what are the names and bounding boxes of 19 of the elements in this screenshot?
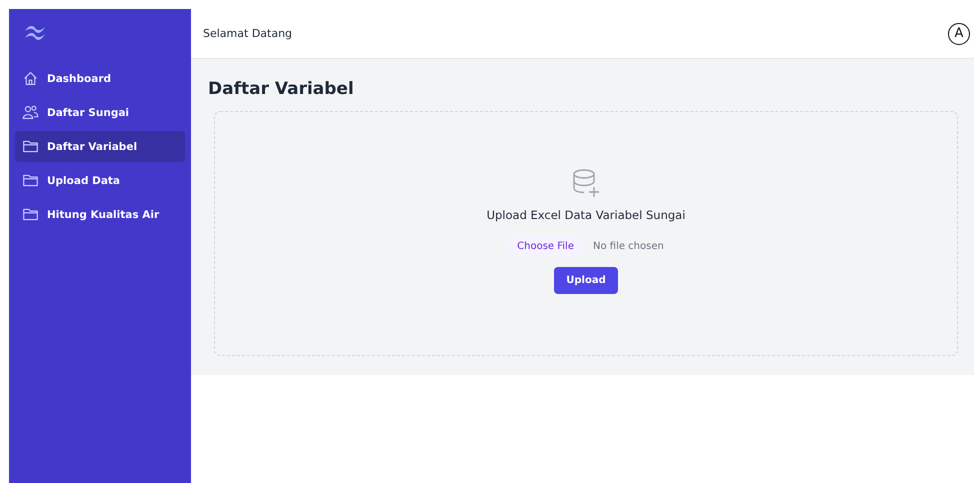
folder-icon — [22, 172, 39, 189]
page-title: Daftar Variabel — [208, 79, 355, 99]
file-status-text: No file chosen — [593, 241, 664, 252]
users-icon — [22, 104, 39, 121]
sidebar-item[interactable]: Daftar Sungai — [15, 97, 185, 128]
welcome-text: Selamat Datang — [203, 27, 292, 40]
upload-heading: Upload Excel Data Variabel Sungai — [486, 208, 686, 222]
upload-button[interactable]: Upload — [554, 267, 618, 294]
database-plus-icon — [572, 168, 600, 198]
avatar[interactable]: A — [948, 22, 970, 44]
sidebar-item[interactable]: Upload Data — [15, 165, 185, 196]
folder-icon — [22, 138, 39, 155]
sidebar-item[interactable]: Daftar Variabel — [15, 131, 185, 162]
folder-icon — [22, 206, 39, 223]
choose-file-button[interactable]: Choose File — [508, 236, 583, 257]
sidebar-item[interactable]: Hitung Kualitas Air — [15, 199, 185, 230]
wave-logo-icon — [23, 25, 47, 41]
home-icon — [22, 70, 39, 87]
sidebar-item[interactable]: Dashboard — [15, 63, 185, 94]
